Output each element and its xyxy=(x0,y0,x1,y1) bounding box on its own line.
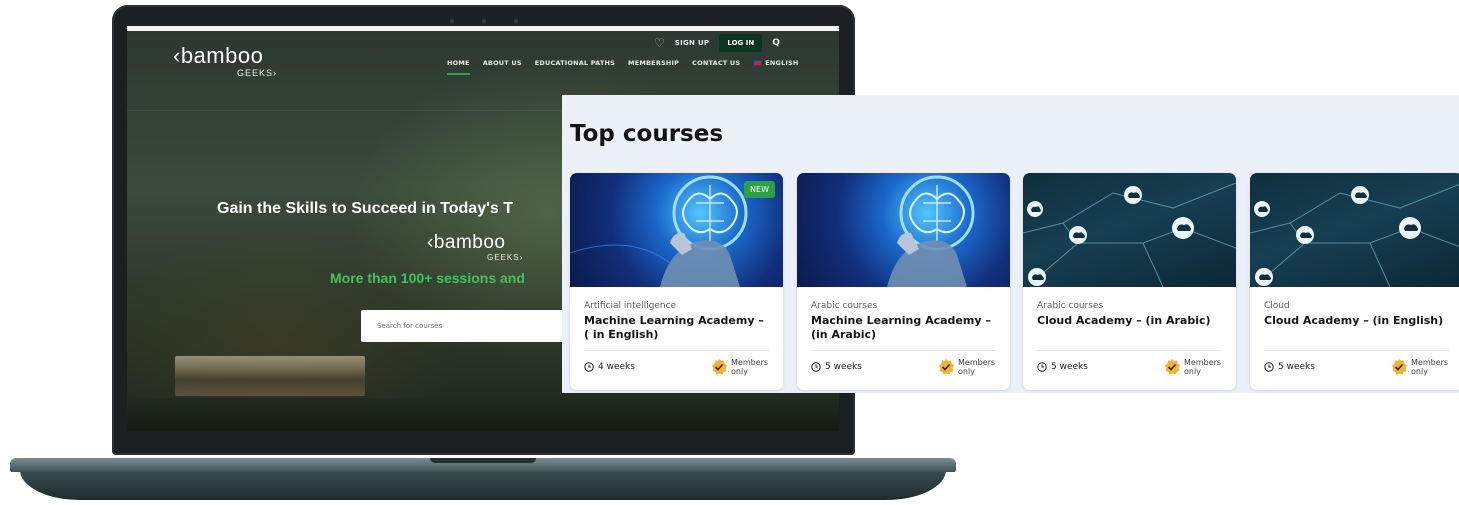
hero-logo: ‹bamboo GEEKS› xyxy=(427,232,522,262)
log-in-button[interactable]: LOG IN xyxy=(719,34,763,52)
hero-logo-subword: GEEKS› xyxy=(487,253,524,262)
clock-icon xyxy=(811,361,821,372)
hero-logo-wordmark: ‹bamboo xyxy=(427,232,506,253)
verified-badge-icon xyxy=(1165,358,1180,374)
desk-surface xyxy=(127,398,839,431)
sensor-dot xyxy=(513,19,518,23)
search-icon[interactable]: Q xyxy=(772,38,780,48)
verified-badge-icon xyxy=(939,358,954,374)
top-courses-panel: Top courses NEW Artificial intelligence … xyxy=(562,95,1459,393)
cloud-network-illustration xyxy=(1250,184,1459,287)
course-title[interactable]: Cloud Academy – (in English) xyxy=(1264,314,1449,328)
menu-item-educational-paths[interactable]: EDUCATIONAL PATHS xyxy=(535,59,615,67)
logo-subword: GEEKS› xyxy=(237,68,278,78)
menu-item-language[interactable]: ENGLISH xyxy=(753,59,798,67)
members-text: Members only xyxy=(1411,357,1449,376)
course-category: Arabic courses xyxy=(1037,301,1104,311)
laptop-notch xyxy=(430,458,536,463)
members-only-badge: Members only xyxy=(1390,358,1449,376)
members-text: Members only xyxy=(958,357,996,376)
course-duration: 5 weeks xyxy=(1037,362,1088,372)
course-card[interactable]: Arabic courses Machine Learning Academy … xyxy=(797,173,1010,390)
laptop-base-body xyxy=(20,470,946,500)
new-badge: NEW xyxy=(744,181,775,198)
course-category: Cloud xyxy=(1264,301,1290,311)
course-image-cloud-network xyxy=(1250,173,1459,287)
course-card[interactable]: NEW Artificial intelligence Machine Lear… xyxy=(570,173,783,390)
menu-item-membership[interactable]: MEMBERSHIP xyxy=(628,59,679,67)
course-image-ai-brain: NEW xyxy=(570,173,783,287)
duration-text: 4 weeks xyxy=(598,361,635,372)
clock-icon xyxy=(584,361,594,372)
sensor-dot xyxy=(449,19,454,23)
camera-bar xyxy=(112,17,855,25)
course-title[interactable]: Cloud Academy – (in Arabic) xyxy=(1037,314,1222,328)
menu-item-about-us[interactable]: ABOUT US xyxy=(483,59,522,67)
card-footer: 5 weeks Members only xyxy=(1264,350,1449,382)
card-body: Arabic courses Machine Learning Academy … xyxy=(797,287,1010,390)
sign-up-link[interactable]: SIGN UP xyxy=(675,39,710,47)
stage: ‹bamboo GEEKS› ♡ SIGN UP LOG IN Q HOME A… xyxy=(0,0,1459,505)
members-text: Members only xyxy=(1184,357,1222,376)
course-duration: 4 weeks xyxy=(584,362,635,372)
camera-dot xyxy=(481,19,486,23)
card-body: Artificial intelligence Machine Learning… xyxy=(570,287,783,390)
verified-badge-icon xyxy=(712,358,727,374)
members-only-badge: Members only xyxy=(710,358,769,376)
language-label: ENGLISH xyxy=(765,59,799,67)
course-title[interactable]: Machine Learning Academy – ( in English) xyxy=(584,314,769,342)
cloud-network-illustration xyxy=(1023,182,1236,287)
main-menu: HOME ABOUT US EDUCATIONAL PATHS MEMBERSH… xyxy=(447,59,799,75)
logo-wordmark: ‹bamboo xyxy=(173,43,264,68)
laptop-base xyxy=(10,458,956,501)
heart-icon[interactable]: ♡ xyxy=(654,36,665,50)
books-stack-image xyxy=(175,356,365,396)
section-title: Top courses xyxy=(570,121,724,147)
card-footer: 5 weeks Members only xyxy=(1037,350,1222,382)
menu-item-home[interactable]: HOME xyxy=(447,59,470,75)
members-only-badge: Members only xyxy=(1163,358,1222,376)
members-text: Members only xyxy=(731,357,769,376)
clock-icon xyxy=(1037,361,1047,372)
search-placeholder: Search for courses xyxy=(377,322,443,330)
course-duration: 5 weeks xyxy=(811,362,862,372)
hero-subtitle: More than 100+ sessions and xyxy=(330,270,525,286)
card-footer: 4 weeks Members only xyxy=(584,350,769,382)
duration-text: 5 weeks xyxy=(1051,361,1088,372)
course-image-ai-brain xyxy=(797,173,1010,287)
clock-icon xyxy=(1264,361,1274,372)
course-card[interactable]: Arabic courses Cloud Academy – (in Arabi… xyxy=(1023,173,1236,390)
card-body: Arabic courses Cloud Academy – (in Arabi… xyxy=(1023,287,1236,390)
card-body: Cloud Cloud Academy – (in English) 5 wee… xyxy=(1250,287,1459,390)
verified-badge-icon xyxy=(1392,358,1407,374)
duration-text: 5 weeks xyxy=(1278,361,1315,372)
card-footer: 5 weeks Members only xyxy=(811,350,996,382)
menu-item-contact-us[interactable]: CONTACT US xyxy=(692,59,740,67)
course-duration: 5 weeks xyxy=(1264,362,1315,372)
course-category: Artificial intelligence xyxy=(584,301,677,311)
top-actions: ♡ SIGN UP LOG IN Q xyxy=(654,31,780,55)
ai-brain-illustration xyxy=(887,175,975,287)
site-logo[interactable]: ‹bamboo GEEKS› xyxy=(173,43,276,78)
course-card[interactable]: Cloud Cloud Academy – (in English) 5 wee… xyxy=(1250,173,1459,390)
course-category: Arabic courses xyxy=(811,301,878,311)
course-image-cloud-network xyxy=(1023,173,1236,287)
hero-title: Gain the Skills to Succeed in Today's T xyxy=(217,200,514,217)
course-title[interactable]: Machine Learning Academy – (in Arabic) xyxy=(811,314,996,342)
duration-text: 5 weeks xyxy=(825,361,862,372)
members-only-badge: Members only xyxy=(937,358,996,376)
uk-flag-icon xyxy=(753,60,763,66)
